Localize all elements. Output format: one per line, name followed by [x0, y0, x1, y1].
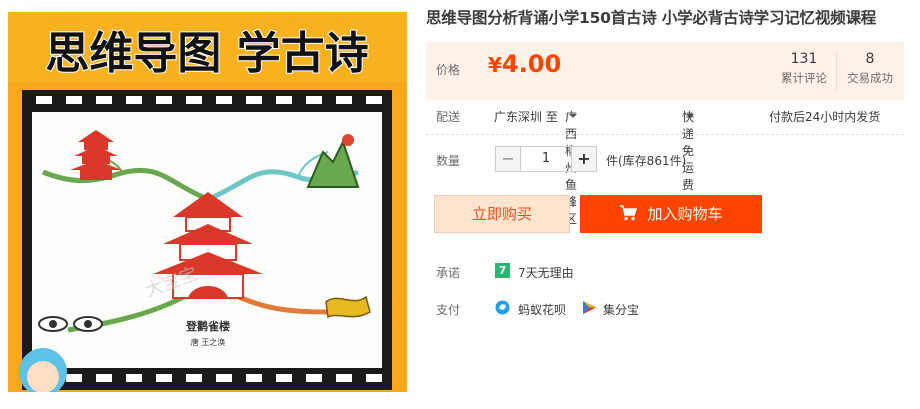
reviews-label: 累计评论: [781, 71, 827, 85]
quantity-input[interactable]: 1: [521, 146, 571, 172]
buy-now-button[interactable]: 立即购买: [434, 195, 570, 233]
quantity-label: 数量: [436, 154, 461, 168]
destination-select[interactable]: 广西柳州鱼峰区: [565, 108, 577, 226]
add-to-cart-button[interactable]: 加入购物车: [580, 195, 762, 233]
price-label: 价格: [436, 63, 461, 77]
reviews-count: 131: [790, 51, 818, 67]
price-box: 价格 ¥4.00 131 累计评论 8 交易成功: [426, 42, 904, 100]
decrease-button[interactable]: −: [495, 146, 521, 172]
dispatch-time: 付款后24小时内发货: [769, 110, 881, 124]
payment-label: 支付: [436, 303, 461, 317]
sales-stat: 8 交易成功: [840, 51, 900, 86]
product-image[interactable]: 思维导图 学古诗 登鹳雀楼 唐 王之涣 大宝宝: [8, 12, 407, 392]
cart-icon: [620, 204, 638, 220]
river-drawing: [325, 295, 371, 319]
shipping-origin: 广东深圳 至: [494, 110, 558, 124]
shipping-row: 配送 广东深圳 至 广西柳州鱼峰区 快递 免运费 付款后24小时内发货: [426, 108, 904, 226]
poem-title: 登鹳雀楼: [185, 319, 230, 333]
reviews-stat[interactable]: 131 累计评论: [774, 51, 834, 86]
payment-option-jifenbao[interactable]: 集分宝: [603, 301, 639, 318]
promise-label: 承诺: [436, 266, 461, 280]
shipping-label: 配送: [436, 110, 461, 124]
promise-row: 承诺 7 7天无理由: [426, 262, 826, 282]
poem-author: 唐 王之涣: [191, 337, 226, 347]
jifenbao-icon: [583, 301, 596, 314]
stat-divider: [836, 52, 837, 90]
currency-symbol: ¥: [488, 53, 502, 77]
promise-text[interactable]: 7天无理由: [518, 264, 574, 281]
payment-row: 支付 蚂蚁花呗 集分宝: [426, 299, 826, 319]
seven-day-return-icon: 7: [495, 263, 510, 278]
add-to-cart-label: 加入购物车: [647, 205, 723, 223]
sales-count: 8: [865, 51, 875, 67]
stock-text: 件(库存861件): [606, 154, 687, 168]
huabei-icon: [495, 300, 510, 315]
increase-button[interactable]: +: [571, 146, 597, 172]
mindmap-illustration: 思维导图 学古诗 登鹳雀楼 唐 王之涣 大宝宝: [8, 12, 407, 392]
banner-text: 思维导图 学古诗: [45, 28, 368, 79]
product-title: 思维导图分析背诵小学150首古诗 小学必背古诗学习记忆视频课程: [426, 9, 877, 27]
quantity-row: 数量 − 1 + 件(库存861件): [426, 146, 904, 176]
divider: [426, 134, 904, 135]
sales-label: 交易成功: [847, 71, 893, 85]
price-value: ¥4.00: [488, 50, 561, 78]
price-amount: 4.00: [501, 50, 562, 78]
payment-option-huabei[interactable]: 蚂蚁花呗: [518, 301, 566, 318]
shipping-method-select[interactable]: 快递 免运费: [682, 108, 694, 192]
